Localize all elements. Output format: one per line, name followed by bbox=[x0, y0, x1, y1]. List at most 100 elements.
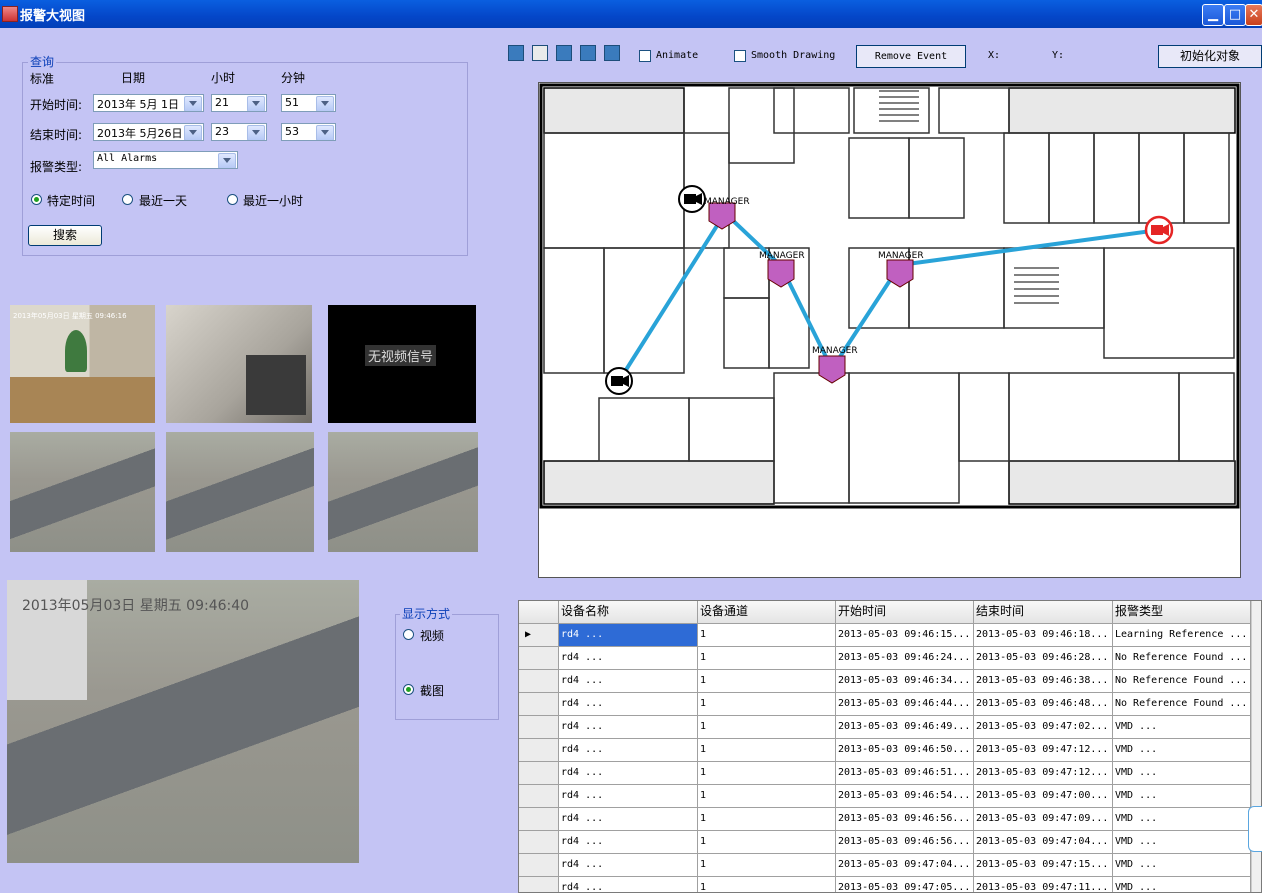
alarm-type-cell[interactable]: VMD ... bbox=[1113, 716, 1251, 739]
table-row[interactable]: rd4 ... 1 2013-05-03 09:46:24... 2013-05-03… bbox=[519, 647, 1261, 670]
table-row[interactable]: rd4 ... 1 2013-05-03 09:46:44... 2013-05-03… bbox=[519, 693, 1261, 716]
end-hour-select[interactable]: 23 bbox=[211, 123, 267, 141]
start-hour-select[interactable]: 21 bbox=[211, 94, 267, 112]
alarm-type-cell[interactable]: VMD ... bbox=[1113, 854, 1251, 877]
minimize-button[interactable]: ▁ bbox=[1202, 4, 1224, 26]
end-date-picker[interactable]: 2013年 5月26日 bbox=[93, 123, 204, 141]
camera-thumbnail-office[interactable]: 2013年05月03日 星期五 09:46:16 bbox=[10, 305, 155, 423]
table-row[interactable]: rd4 ... 1 2013-05-03 09:47:04... 2013-05-03… bbox=[519, 854, 1261, 877]
row-selector[interactable] bbox=[519, 647, 559, 670]
row-selector[interactable]: ▶ bbox=[519, 624, 559, 647]
end-time-cell[interactable]: 2013-05-03 09:46:48... bbox=[974, 693, 1113, 716]
table-row[interactable]: rd4 ... 1 2013-05-03 09:46:50... 2013-05-03… bbox=[519, 739, 1261, 762]
row-selector[interactable] bbox=[519, 762, 559, 785]
alarm-type-cell[interactable]: VMD ... bbox=[1113, 739, 1251, 762]
alarm-type-cell[interactable]: No Reference Found ... bbox=[1113, 670, 1251, 693]
camera-thumbnail-street-1[interactable] bbox=[10, 432, 155, 552]
channel-cell[interactable]: 1 bbox=[698, 877, 836, 892]
table-row[interactable]: rd4 ... 1 2013-05-03 09:47:05... 2013-05-03… bbox=[519, 877, 1261, 892]
alarm-type-cell[interactable]: VMD ... bbox=[1113, 762, 1251, 785]
end-minute-select[interactable]: 53 bbox=[281, 123, 336, 141]
row-selector[interactable] bbox=[519, 670, 559, 693]
start-time-cell[interactable]: 2013-05-03 09:46:44... bbox=[836, 693, 974, 716]
alarm-type-cell[interactable]: No Reference Found ... bbox=[1113, 647, 1251, 670]
row-selector[interactable] bbox=[519, 785, 559, 808]
col-alarm-type[interactable]: 报警类型 bbox=[1113, 601, 1251, 624]
row-selector[interactable] bbox=[519, 716, 559, 739]
col-device-channel[interactable]: 设备通道 bbox=[698, 601, 836, 624]
channel-cell[interactable]: 1 bbox=[698, 693, 836, 716]
pan-hand-icon[interactable] bbox=[532, 45, 548, 61]
start-time-cell[interactable]: 2013-05-03 09:46:49... bbox=[836, 716, 974, 739]
zoom-in-icon[interactable] bbox=[508, 45, 524, 61]
start-time-cell[interactable]: 2013-05-03 09:46:15... bbox=[836, 624, 974, 647]
start-time-cell[interactable]: 2013-05-03 09:46:50... bbox=[836, 739, 974, 762]
animate-checkbox[interactable] bbox=[639, 50, 651, 62]
floor-map-panel[interactable]: MANAGER MANAGER MANAGER MANAGER bbox=[538, 82, 1241, 578]
start-date-picker[interactable]: 2013年 5月 1日 bbox=[93, 94, 204, 112]
table-row[interactable]: rd4 ... 1 2013-05-03 09:46:51... 2013-05-03… bbox=[519, 762, 1261, 785]
end-time-cell[interactable]: 2013-05-03 09:47:09... bbox=[974, 808, 1113, 831]
end-time-cell[interactable]: 2013-05-03 09:47:11... bbox=[974, 877, 1113, 892]
alarm-type-cell[interactable]: VMD ... bbox=[1113, 808, 1251, 831]
alarm-type-cell[interactable]: VMD ... bbox=[1113, 785, 1251, 808]
camera-thumbnail-no-signal[interactable]: 无视频信号 bbox=[328, 305, 476, 423]
row-selector[interactable] bbox=[519, 877, 559, 892]
row-selector[interactable] bbox=[519, 854, 559, 877]
end-time-cell[interactable]: 2013-05-03 09:47:15... bbox=[974, 854, 1113, 877]
channel-cell[interactable]: 1 bbox=[698, 762, 836, 785]
radio-last-day[interactable] bbox=[122, 194, 133, 205]
device-name-cell[interactable]: rd4 ... bbox=[559, 693, 698, 716]
smooth-drawing-checkbox[interactable] bbox=[734, 50, 746, 62]
start-time-cell[interactable]: 2013-05-03 09:46:56... bbox=[836, 831, 974, 854]
start-time-cell[interactable]: 2013-05-03 09:47:05... bbox=[836, 877, 974, 892]
alarm-type-cell[interactable]: VMD ... bbox=[1113, 877, 1251, 892]
start-time-cell[interactable]: 2013-05-03 09:46:54... bbox=[836, 785, 974, 808]
select-icon[interactable] bbox=[580, 45, 596, 61]
row-selector[interactable] bbox=[519, 693, 559, 716]
device-name-cell[interactable]: rd4 ... bbox=[559, 647, 698, 670]
end-time-cell[interactable]: 2013-05-03 09:47:00... bbox=[974, 785, 1113, 808]
device-name-cell[interactable]: rd4 ... bbox=[559, 808, 698, 831]
radio-last-hour[interactable] bbox=[227, 194, 238, 205]
radio-snapshot[interactable] bbox=[403, 684, 414, 695]
device-name-cell[interactable]: rd4 ... bbox=[559, 739, 698, 762]
device-name-cell[interactable]: rd4 ... bbox=[559, 877, 698, 892]
start-minute-select[interactable]: 51 bbox=[281, 94, 336, 112]
row-selector[interactable] bbox=[519, 831, 559, 854]
init-objects-button[interactable]: 初始化对象 bbox=[1158, 45, 1262, 68]
start-time-cell[interactable]: 2013-05-03 09:47:04... bbox=[836, 854, 974, 877]
camera-thumbnail-room[interactable] bbox=[166, 305, 312, 423]
search-button[interactable]: 搜索 bbox=[28, 225, 102, 246]
start-time-cell[interactable]: 2013-05-03 09:46:56... bbox=[836, 808, 974, 831]
end-time-cell[interactable]: 2013-05-03 09:47:12... bbox=[974, 762, 1113, 785]
end-time-cell[interactable]: 2013-05-03 09:46:38... bbox=[974, 670, 1113, 693]
channel-cell[interactable]: 1 bbox=[698, 716, 836, 739]
remove-event-button[interactable]: Remove Event bbox=[856, 45, 966, 68]
start-time-cell[interactable]: 2013-05-03 09:46:34... bbox=[836, 670, 974, 693]
row-selector[interactable] bbox=[519, 739, 559, 762]
table-row[interactable]: rd4 ... 1 2013-05-03 09:46:56... 2013-05-03… bbox=[519, 831, 1261, 854]
device-name-cell[interactable]: rd4 ... bbox=[559, 624, 698, 647]
channel-cell[interactable]: 1 bbox=[698, 647, 836, 670]
end-time-cell[interactable]: 2013-05-03 09:46:28... bbox=[974, 647, 1113, 670]
start-time-cell[interactable]: 2013-05-03 09:46:24... bbox=[836, 647, 974, 670]
close-button[interactable]: ✕ bbox=[1245, 4, 1262, 26]
channel-cell[interactable]: 1 bbox=[698, 670, 836, 693]
end-time-cell[interactable]: 2013-05-03 09:47:12... bbox=[974, 739, 1113, 762]
large-preview[interactable]: 2013年05月03日 星期五 09:46:40 bbox=[7, 580, 359, 863]
channel-cell[interactable]: 1 bbox=[698, 739, 836, 762]
device-name-cell[interactable]: rd4 ... bbox=[559, 854, 698, 877]
channel-cell[interactable]: 1 bbox=[698, 831, 836, 854]
alarm-table[interactable]: 设备名称 设备通道 开始时间 结束时间 报警类型 ▶ rd4 ... 1 2013-0… bbox=[518, 600, 1262, 893]
device-name-cell[interactable]: rd4 ... bbox=[559, 670, 698, 693]
table-row[interactable]: rd4 ... 1 2013-05-03 09:46:56... 2013-05-03… bbox=[519, 808, 1261, 831]
flag-icon[interactable] bbox=[556, 45, 572, 61]
channel-cell[interactable]: 1 bbox=[698, 785, 836, 808]
camera-thumbnail-street-2[interactable] bbox=[166, 432, 314, 552]
channel-cell[interactable]: 1 bbox=[698, 854, 836, 877]
maximize-button[interactable]: □ bbox=[1224, 4, 1246, 26]
row-selector[interactable] bbox=[519, 808, 559, 831]
end-time-cell[interactable]: 2013-05-03 09:46:18... bbox=[974, 624, 1113, 647]
alarm-type-cell[interactable]: VMD ... bbox=[1113, 831, 1251, 854]
